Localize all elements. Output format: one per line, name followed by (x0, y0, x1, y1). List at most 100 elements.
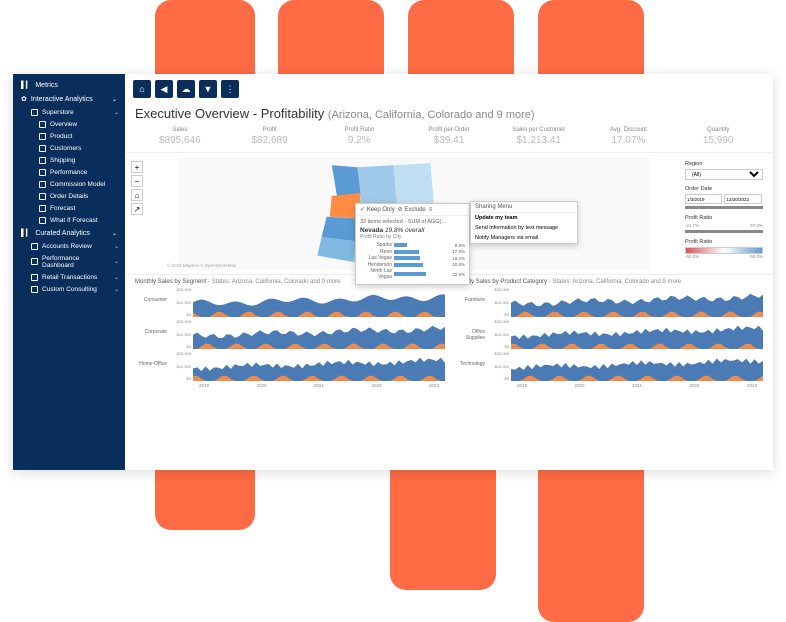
sidebar-interactive[interactable]: ✿ Interactive Analytics ⌄ (13, 92, 125, 106)
metrics-row: Sales$895,646Profit$82,689Profit Ratio9.… (125, 125, 773, 153)
metric-value: $82,689 (225, 135, 315, 146)
sidebar-curated[interactable]: ▌▎ Curated Analytics ⌄ (13, 226, 125, 240)
tooltip-header: ✓ Keep Only ⊘ Exclude ≡ (356, 204, 469, 216)
sidebar-curated-custom-consulting[interactable]: Custom Consulting⌄ (13, 283, 125, 295)
share-item-0[interactable]: Update my team (471, 213, 577, 223)
pr2-lo: -50.0% (685, 254, 699, 259)
xaxis-tick: 2023 (429, 383, 439, 388)
chart-row-corporate: Corporate$20,000$10,000$0 (135, 319, 445, 349)
metric-profit-ratio: Profit Ratio9.2% (314, 127, 404, 146)
share-item-1[interactable]: Send information by text message (471, 223, 577, 233)
profit-ratio-slider[interactable] (685, 230, 763, 233)
chart-row-furniture: Furniture$20,000$10,000$0 (453, 287, 763, 317)
doc-icon (39, 205, 46, 212)
chart-area[interactable] (511, 351, 763, 381)
sidebar-item-product[interactable]: Product (13, 130, 125, 142)
sidebar-item-commission-model[interactable]: Commission Model (13, 178, 125, 190)
chart-area[interactable] (511, 287, 763, 317)
sidebar-item-label: Forecast (50, 205, 75, 212)
sidebar-item-customers[interactable]: Customers (13, 142, 125, 154)
region-select[interactable]: (All) (685, 169, 763, 180)
doc-icon (39, 169, 46, 176)
chart-yaxis: $20,000$10,000$0 (171, 287, 193, 317)
chart-area[interactable] (193, 351, 445, 381)
chart-area[interactable] (193, 287, 445, 317)
map-tooltip: ✓ Keep Only ⊘ Exclude ≡ 32 items selecte… (355, 203, 470, 285)
share-item-2[interactable]: Notify Managers via email (471, 233, 577, 243)
xaxis-tick: 2021 (314, 383, 324, 388)
profit-ratio-label: Profit Ratio (685, 215, 763, 221)
city-name: Las Vegas (360, 255, 394, 261)
sidebar-item-shipping[interactable]: Shipping (13, 154, 125, 166)
xaxis-tick: 2020 (574, 383, 584, 388)
reset-btn[interactable]: ⌂ (131, 189, 143, 201)
sidebar-superstore[interactable]: Superstore ⌄ (13, 106, 125, 118)
city-row: North Las Vegas22.9% (360, 268, 465, 280)
date-to-input[interactable] (724, 194, 761, 204)
page-title-row: Executive Overview - Profitability (Ariz… (125, 104, 773, 125)
pan-btn[interactable]: ↗ (131, 203, 143, 215)
tb-cloud-btn[interactable]: ☁ (177, 80, 195, 98)
metric-label: Profit per Order (404, 127, 494, 133)
sidebar-item-what-if-forecast[interactable]: What If Forecast (13, 214, 125, 226)
city-bar (394, 250, 419, 254)
exclude-btn[interactable]: ⊘ Exclude (398, 206, 426, 213)
tb-more-btn[interactable]: ⋮ (221, 80, 239, 98)
tb-nav-btn[interactable]: ◀ (155, 80, 173, 98)
xaxis-tick: 2019 (199, 383, 209, 388)
sidebar-item-label: Commission Model (50, 181, 105, 188)
sidebar-item-label: Customers (50, 145, 81, 152)
chart-yaxis: $20,000$10,000$0 (489, 319, 511, 349)
sharing-menu-title: Sharing Menu (471, 202, 577, 213)
left-chart-col: Monthly Sales by Segment - States: Arizo… (131, 279, 449, 468)
city-val: 18.2% (452, 256, 465, 261)
chart-area[interactable] (193, 319, 445, 349)
chevron-down-icon: ⌄ (114, 243, 119, 250)
page-title: Executive Overview - Profitability (135, 106, 324, 121)
metric-label: Sales per Customer (494, 127, 584, 133)
sidebar-curated-label: Curated Analytics (35, 230, 89, 237)
profit-ratio-gradient (685, 247, 763, 254)
sidebar-item-order-details[interactable]: Order Details (13, 190, 125, 202)
chevron-down-icon: ⌄ (112, 96, 117, 103)
sidebar-item-label: What If Forecast (50, 217, 98, 224)
chevron-down-icon: ⌄ (112, 230, 117, 237)
date-from-input[interactable] (685, 194, 722, 204)
sidebar-metrics[interactable]: ▌▎ Metrics (13, 78, 125, 92)
doc-icon (39, 133, 46, 140)
sidebar-curated-accounts-review[interactable]: Accounts Review ⌄ (13, 240, 125, 252)
tb-home-btn[interactable]: ⌂ (133, 80, 151, 98)
zoom-out-btn[interactable]: − (131, 175, 143, 187)
city-name: North Las Vegas (360, 268, 394, 280)
chart-row-label: Consumer (135, 287, 171, 317)
city-name: Henderson (360, 262, 394, 268)
sidebar-curated-retail-transactions[interactable]: Retail Transactions⌄ (13, 271, 125, 283)
keep-only-btn[interactable]: ✓ Keep Only (360, 206, 395, 213)
sidebar-item-performance[interactable]: Performance (13, 166, 125, 178)
metric-value: $39.41 (404, 135, 494, 146)
metric-avg.-discount: Avg. Discount17.07% (584, 127, 674, 146)
sidebar-curated-performance-dashboard[interactable]: Performance Dashboard⌄ (13, 252, 125, 271)
city-name: Sparks (360, 242, 394, 248)
sidebar-item-label: Accounts Review (42, 243, 92, 250)
chevron-down-icon: ⌄ (114, 109, 119, 116)
sidebar-item-forecast[interactable]: Forecast (13, 202, 125, 214)
toolbar: ⌂ ◀ ☁ ▼ ⋮ (125, 74, 773, 104)
metric-label: Profit Ratio (314, 127, 404, 133)
date-slider[interactable] (685, 206, 763, 209)
tb-filter-btn[interactable]: ▼ (199, 80, 217, 98)
sidebar-item-label: Shipping (50, 157, 75, 164)
dashboard-window: ▌▎ Metrics ✿ Interactive Analytics ⌄ Sup… (13, 74, 773, 470)
more-icon[interactable]: ≡ (429, 207, 433, 213)
city-val: 17.9% (452, 249, 465, 254)
doc-icon (31, 274, 38, 281)
sidebar-interactive-label: Interactive Analytics (31, 96, 93, 103)
metric-label: Avg. Discount (584, 127, 674, 133)
zoom-in-btn[interactable]: + (131, 161, 143, 173)
right-filter-panel: Region (All) Order Date Profit Ratio -21… (681, 157, 767, 270)
sidebar-item-label: Overview (50, 121, 77, 128)
sidebar-item-overview[interactable]: Overview (13, 118, 125, 130)
pr-lo: -21.7% (685, 223, 699, 228)
chart-area[interactable] (511, 319, 763, 349)
doc-icon (39, 181, 46, 188)
